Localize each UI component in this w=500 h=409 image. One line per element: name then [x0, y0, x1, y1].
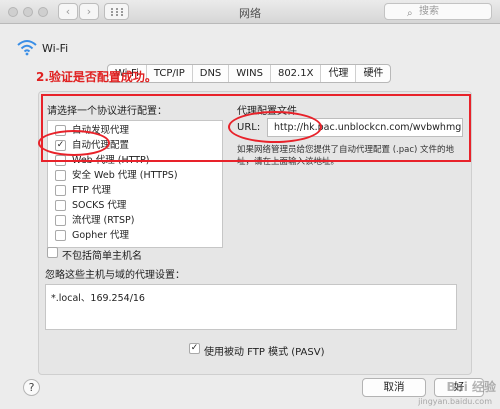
bypass-title: 忽略这些主机与域的代理设置： — [45, 270, 185, 281]
pasv-checkbox[interactable]: ✓ — [189, 343, 200, 354]
protocol-label: 流代理 (RTSP) — [72, 215, 135, 226]
protocol-checkbox[interactable] — [55, 155, 66, 166]
protocol-checkbox[interactable] — [55, 125, 66, 136]
protocol-row-auto-discovery[interactable]: 自动发现代理 — [48, 123, 222, 138]
tab-8021x[interactable]: 802.1X — [271, 65, 322, 82]
protocol-checkbox-checked[interactable]: ✓ — [55, 140, 66, 151]
protocol-checkbox[interactable] — [55, 200, 66, 211]
exclude-simple-hostnames-label: 不包括简单主机名 — [62, 251, 142, 262]
protocol-row-https[interactable]: 安全 Web 代理 (HTTPS) — [48, 168, 222, 183]
protocol-row-auto-config[interactable]: ✓ 自动代理配置 — [48, 138, 222, 153]
protocol-label: Gopher 代理 — [72, 230, 129, 241]
protocol-checkbox[interactable] — [55, 170, 66, 181]
pac-help-text: 如果网络管理员给您提供了自动代理配置 (.pac) 文件的地址，请在上面输入该地… — [237, 145, 455, 167]
bypass-hosts-textarea[interactable]: *.local、169.254/16 — [45, 284, 457, 330]
protocol-row-rtsp[interactable]: 流代理 (RTSP) — [48, 213, 222, 228]
protocol-checkbox[interactable] — [55, 215, 66, 226]
proxy-file-title: 代理配置文件 — [237, 106, 297, 117]
help-button[interactable]: ? — [23, 379, 40, 396]
protocol-list-title: 请选择一个协议进行配置： — [47, 106, 167, 117]
annotation-step-text: 2.验证是否配置成功。 — [36, 70, 157, 84]
protocol-label: FTP 代理 — [72, 185, 111, 196]
search-field[interactable]: ⌕ 搜索 — [384, 3, 492, 20]
protocol-list: 自动发现代理 ✓ 自动代理配置 Web 代理 (HTTP) 安全 Web 代理 … — [47, 120, 223, 248]
interface-name: Wi-Fi — [42, 42, 69, 55]
watermark-brand: Bai 经验 — [446, 380, 496, 394]
protocol-label: SOCKS 代理 — [72, 200, 127, 211]
proxy-settings-panel: 请选择一个协议进行配置： 代理配置文件 自动发现代理 ✓ 自动代理配置 Web … — [38, 91, 472, 375]
search-icon: ⌕ — [407, 8, 413, 19]
tab-proxies[interactable]: 代理 — [321, 65, 357, 82]
pac-url-input[interactable]: http://hk.pac.unblockcn.com/wvbwhmg — [267, 118, 463, 137]
protocol-label: 安全 Web 代理 (HTTPS) — [72, 170, 178, 181]
tab-wins[interactable]: WINS — [229, 65, 271, 82]
protocol-label: Web 代理 (HTTP) — [72, 155, 150, 166]
search-placeholder: 搜索 — [419, 6, 439, 17]
tab-hardware[interactable]: 硬件 — [356, 65, 390, 82]
wifi-icon — [17, 40, 37, 56]
title-bar: ‹ › 网络 ⌕ 搜索 — [0, 0, 500, 24]
protocol-checkbox[interactable] — [55, 230, 66, 241]
protocol-row-gopher[interactable]: Gopher 代理 — [48, 228, 222, 243]
protocol-checkbox[interactable] — [55, 185, 66, 196]
protocol-row-socks[interactable]: SOCKS 代理 — [48, 198, 222, 213]
protocol-row-ftp[interactable]: FTP 代理 — [48, 183, 222, 198]
tab-dns[interactable]: DNS — [193, 65, 230, 82]
protocol-label: 自动代理配置 — [72, 140, 130, 151]
protocol-label: 自动发现代理 — [72, 125, 130, 136]
exclude-simple-hostnames-checkbox[interactable] — [47, 247, 58, 258]
pasv-label: 使用被动 FTP 模式 (PASV) — [204, 347, 325, 358]
cancel-button[interactable]: 取消 — [362, 378, 426, 397]
url-label: URL: — [237, 122, 261, 133]
protocol-row-http[interactable]: Web 代理 (HTTP) — [48, 153, 222, 168]
watermark-url: jingyan.baidu.com — [418, 397, 492, 406]
